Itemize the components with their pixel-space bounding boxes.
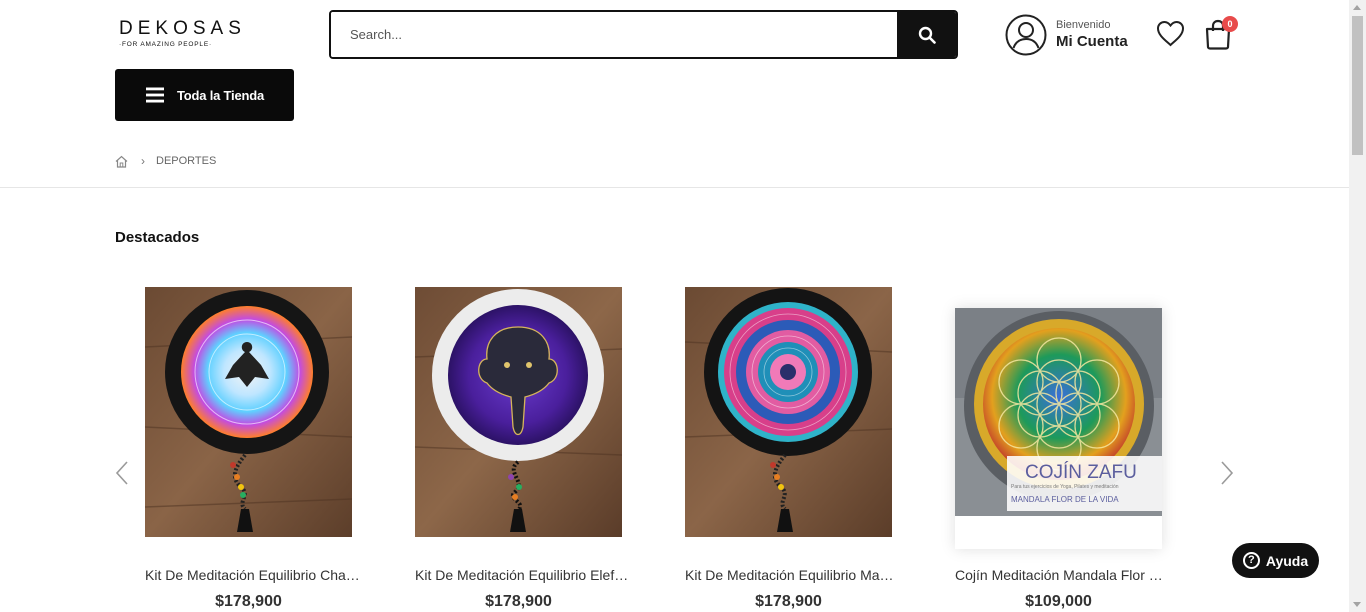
question-icon: ?: [1242, 552, 1260, 569]
mandala-cushion-image: [685, 287, 892, 537]
help-label: Ayuda: [1265, 552, 1309, 569]
home-icon[interactable]: [115, 155, 128, 168]
search-button[interactable]: [897, 12, 956, 57]
account-label: Mi Cuenta: [1056, 32, 1128, 50]
product-price: $178,900: [485, 593, 552, 610]
vertical-scrollbar[interactable]: [1349, 0, 1366, 612]
overlay-title: COJÍN ZAFU: [1025, 462, 1137, 483]
chakra-cushion-image: [145, 287, 352, 537]
scroll-thumb[interactable]: [1352, 16, 1363, 155]
product-card-hover-frame: COJÍN ZAFU Para tus ejercicios de Yoga, …: [955, 308, 1162, 549]
wishlist-button[interactable]: [1156, 20, 1185, 52]
product-name[interactable]: Kit De Meditación Equilibrio Elefante: [415, 567, 630, 583]
header-divider: [0, 187, 1349, 188]
carousel-next-icon[interactable]: [1219, 460, 1235, 486]
logo[interactable]: DEKOSAS ·FOR AMAZING PEOPLE·: [119, 18, 246, 48]
overlay-subtitle: Para tus ejercicios de Yoga, Pilates y m…: [1011, 484, 1119, 490]
chevron-right-icon: ›: [141, 154, 145, 168]
product-price: $178,900: [755, 593, 822, 610]
product-price: $178,900: [215, 593, 282, 610]
cart-button[interactable]: 0: [1204, 16, 1238, 55]
product-name[interactable]: Kit De Meditación Equilibrio Mandala: [685, 567, 900, 583]
logo-tagline: ·FOR AMAZING PEOPLE·: [119, 41, 212, 48]
product-image[interactable]: [145, 287, 352, 537]
scroll-down-icon[interactable]: [1353, 602, 1361, 607]
breadcrumb: › DEPORTES: [115, 154, 216, 168]
page: DEKOSAS ·FOR AMAZING PEOPLE· Bienvenido …: [0, 0, 1349, 612]
product-card[interactable]: Kit De Meditación Equilibrio Chakras $17…: [145, 287, 375, 610]
welcome-text: Bienvenido: [1056, 18, 1111, 31]
product-name[interactable]: Cojín Meditación Mandala Flor de la Vida: [955, 567, 1170, 583]
search-input[interactable]: [331, 12, 897, 57]
heart-icon: [1156, 20, 1185, 47]
flower-of-life-cushion-image[interactable]: COJÍN ZAFU Para tus ejercicios de Yoga, …: [955, 308, 1162, 516]
account-link[interactable]: Bienvenido Mi Cuenta: [1005, 14, 1128, 56]
search-bar: [329, 10, 958, 59]
carousel-prev-icon[interactable]: [114, 460, 130, 486]
overlay-caption: MANDALA FLOR DE LA VIDA: [1011, 495, 1119, 504]
product-card[interactable]: Kit De Meditación Equilibrio Mandala $17…: [685, 287, 915, 610]
product-image[interactable]: [415, 287, 622, 537]
product-name[interactable]: Kit De Meditación Equilibrio Chakras: [145, 567, 360, 583]
user-icon: [1005, 14, 1047, 56]
elephant-cushion-image: [415, 287, 622, 537]
product-card[interactable]: Kit De Meditación Equilibrio Elefante $1…: [415, 287, 645, 610]
search-icon: [918, 26, 936, 44]
scroll-up-icon[interactable]: [1353, 5, 1361, 10]
product-price: $109,000: [1025, 593, 1092, 610]
all-store-menu-button[interactable]: Toda la Tienda: [115, 69, 294, 121]
breadcrumb-current: DEPORTES: [156, 155, 217, 167]
logo-name: DEKOSAS: [119, 18, 246, 39]
cart-count-badge: 0: [1222, 16, 1238, 32]
hamburger-menu-icon: [146, 87, 164, 103]
section-title: Destacados: [115, 229, 200, 246]
help-button[interactable]: ? Ayuda: [1232, 543, 1319, 578]
product-image[interactable]: [685, 287, 892, 537]
all-store-label: Toda la Tienda: [177, 87, 265, 103]
